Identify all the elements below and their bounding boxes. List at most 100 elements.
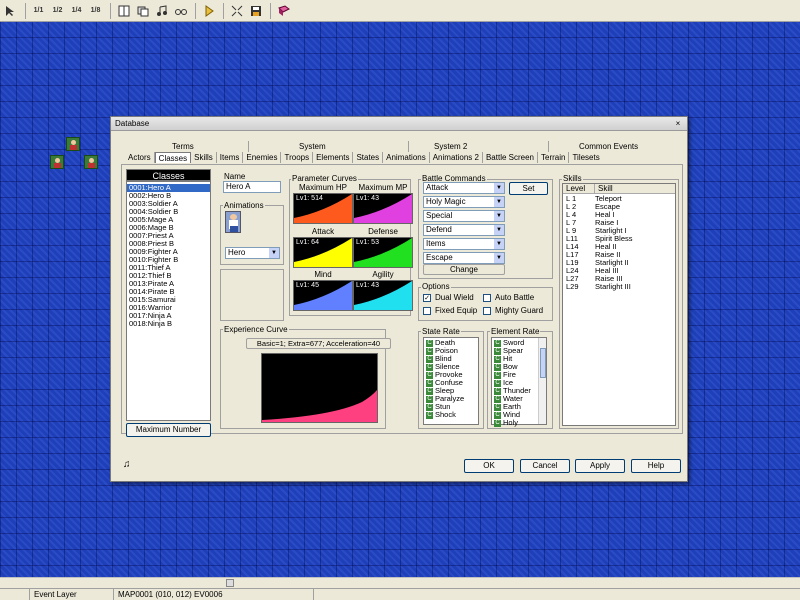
rank-badge: C <box>494 403 501 411</box>
save-icon[interactable] <box>247 2 264 19</box>
tab-elements[interactable]: Elements <box>313 152 354 163</box>
tab-common-events[interactable]: Common Events <box>549 141 669 152</box>
chevron-down-icon: ▼ <box>269 248 279 258</box>
main-toolbar: 1/1 1/2 1/4 1/8 <box>0 0 800 22</box>
fullscreen-icon[interactable] <box>228 2 245 19</box>
classes-list[interactable]: 0001:Hero A 0002:Hero B 0003:Soldier A 0004… <box>126 181 211 421</box>
name-input[interactable]: Hero A <box>223 181 281 193</box>
battle-command-select[interactable]: Escape ▼ <box>423 252 505 264</box>
rank-badge: C <box>494 347 501 355</box>
status-position: MAP0001 (010, 012) EV0006 <box>114 589 314 600</box>
change-button[interactable]: Change <box>423 264 505 275</box>
event-sprite-icon[interactable] <box>66 137 80 151</box>
curve-graph-mind[interactable]: Lv1: 45 <box>293 280 353 311</box>
battler-sprite-icon[interactable] <box>225 211 241 233</box>
exp-curve-params-button[interactable]: Basic=1; Extra=677; Acceleration=40 <box>246 338 391 349</box>
tab-system[interactable]: System <box>249 141 409 152</box>
apply-button[interactable]: Apply <box>575 459 625 473</box>
tab-system-2[interactable]: System 2 <box>409 141 549 152</box>
curve-graph-agility[interactable]: Lv1: 43 <box>353 280 413 311</box>
tab-actors[interactable]: Actors <box>125 152 155 163</box>
curve-graph-maximum-mp[interactable]: Lv1: 43 <box>353 193 413 224</box>
checkbox-fixed-equip[interactable]: Fixed Equip <box>423 306 477 315</box>
blank-panel <box>220 269 284 321</box>
tab-terms[interactable]: Terms <box>169 141 249 152</box>
music-note-icon[interactable]: ♫ <box>123 459 131 470</box>
skills-list[interactable]: Level Skill L 1 Teleport L 2 Escape L 4 Heal … <box>562 183 676 426</box>
status-layer: Event Layer <box>30 589 114 600</box>
tab-skills[interactable]: Skills <box>191 152 217 163</box>
tab-terrain[interactable]: Terrain <box>538 152 570 163</box>
status-bar: Event Layer MAP0001 (010, 012) EV0006 <box>0 588 800 600</box>
skill-row[interactable]: L 4 Heal I <box>563 211 675 219</box>
checkbox-box[interactable] <box>483 306 491 315</box>
event-sprite-icon[interactable] <box>84 155 98 169</box>
checkbox-auto-battle[interactable]: Auto Battle <box>483 293 534 302</box>
tab-animations-2[interactable]: Animations 2 <box>430 152 483 163</box>
element-list-scrollbar[interactable] <box>538 338 546 424</box>
cursor-icon[interactable] <box>2 2 19 19</box>
scrollbar-thumb[interactable] <box>226 579 234 587</box>
checkbox-dual-wield[interactable]: ✓ Dual Wield <box>423 293 474 302</box>
cancel-button[interactable]: Cancel <box>520 459 570 473</box>
material-icon[interactable] <box>134 2 151 19</box>
event-sprite-icon[interactable] <box>50 155 64 169</box>
tab-animations[interactable]: Animations <box>383 152 430 163</box>
set-button[interactable]: Set <box>509 182 548 195</box>
class-list-item[interactable]: 0018:Ninja B <box>127 320 210 328</box>
maximum-number-button[interactable]: Maximum Number <box>126 423 211 437</box>
battle-command-select[interactable]: Attack ▼ <box>423 182 505 194</box>
skill-row[interactable]: L29 Starlight III <box>563 283 675 291</box>
state-rate-item[interactable]: C Shock <box>424 411 478 419</box>
experience-curve-graph[interactable] <box>261 353 378 423</box>
horizontal-scrollbar[interactable] <box>0 577 800 588</box>
chevron-down-icon: ▼ <box>494 225 504 235</box>
zoom-1-2-button[interactable]: 1/2 <box>49 2 66 19</box>
skill-row[interactable]: L11 Spirit Bless <box>563 235 675 243</box>
search-icon[interactable] <box>172 2 189 19</box>
rank-badge: C <box>426 379 433 387</box>
curve-title-mind: Mind <box>314 270 332 279</box>
tab-tilesets[interactable]: Tilesets <box>569 152 602 163</box>
state-rate-list[interactable]: C Death C Poison C Blind C Silence C Provoke C Conf… <box>423 337 479 425</box>
curve-graph-attack[interactable]: Lv1: 64 <box>293 237 353 268</box>
checkbox-box[interactable]: ✓ <box>423 293 431 302</box>
rank-badge: C <box>494 363 501 371</box>
database-icon[interactable] <box>115 2 132 19</box>
checkbox-box[interactable] <box>423 306 431 315</box>
battle-command-select[interactable]: Defend ▼ <box>423 224 505 236</box>
checkbox-box[interactable] <box>483 293 491 302</box>
help-book-icon[interactable] <box>275 2 292 19</box>
battle-command-select[interactable]: Holy Magic ▼ <box>423 196 505 208</box>
tab-states[interactable]: States <box>353 152 384 163</box>
skill-row[interactable]: L 2 Escape <box>563 203 675 211</box>
dialog-titlebar[interactable]: Database × <box>111 117 687 131</box>
tab-enemies[interactable]: Enemies <box>243 152 282 163</box>
skill-row[interactable]: L19 Starlight II <box>563 259 675 267</box>
tab-battle-screen[interactable]: Battle Screen <box>483 152 538 163</box>
curve-graph-defense[interactable]: Lv1: 53 <box>353 237 413 268</box>
zoom-1-4-button[interactable]: 1/4 <box>68 2 85 19</box>
rank-badge: C <box>426 363 433 371</box>
rank-badge: C <box>426 387 433 395</box>
music-icon[interactable] <box>153 2 170 19</box>
curve-graph-maximum-hp[interactable]: Lv1: 514 <box>293 193 353 224</box>
tab-troops[interactable]: Troops <box>281 152 314 163</box>
help-button[interactable]: Help <box>631 459 681 473</box>
scrollbar-thumb[interactable] <box>540 348 546 378</box>
tab-classes[interactable]: Classes <box>154 152 192 163</box>
animation-select[interactable]: Hero ▼ <box>225 247 280 259</box>
zoom-1-8-button[interactable]: 1/8 <box>87 2 104 19</box>
battle-command-select[interactable]: Special ▼ <box>423 210 505 222</box>
ok-button[interactable]: OK <box>464 459 514 473</box>
checkbox-mighty-guard[interactable]: Mighty Guard <box>483 306 543 315</box>
close-icon[interactable]: × <box>673 119 683 128</box>
play-icon[interactable] <box>200 2 217 19</box>
tab-row-top: Terms System System 2 Common Events <box>169 141 669 152</box>
tab-items[interactable]: Items <box>217 152 244 163</box>
state-rate-label: State Rate <box>421 327 461 336</box>
curve-title-maximum-hp: Maximum HP <box>298 183 347 192</box>
state-rate-item[interactable]: C Paralyze <box>424 395 478 403</box>
battle-command-select[interactable]: Items ▼ <box>423 238 505 250</box>
zoom-1-1-button[interactable]: 1/1 <box>30 2 47 19</box>
